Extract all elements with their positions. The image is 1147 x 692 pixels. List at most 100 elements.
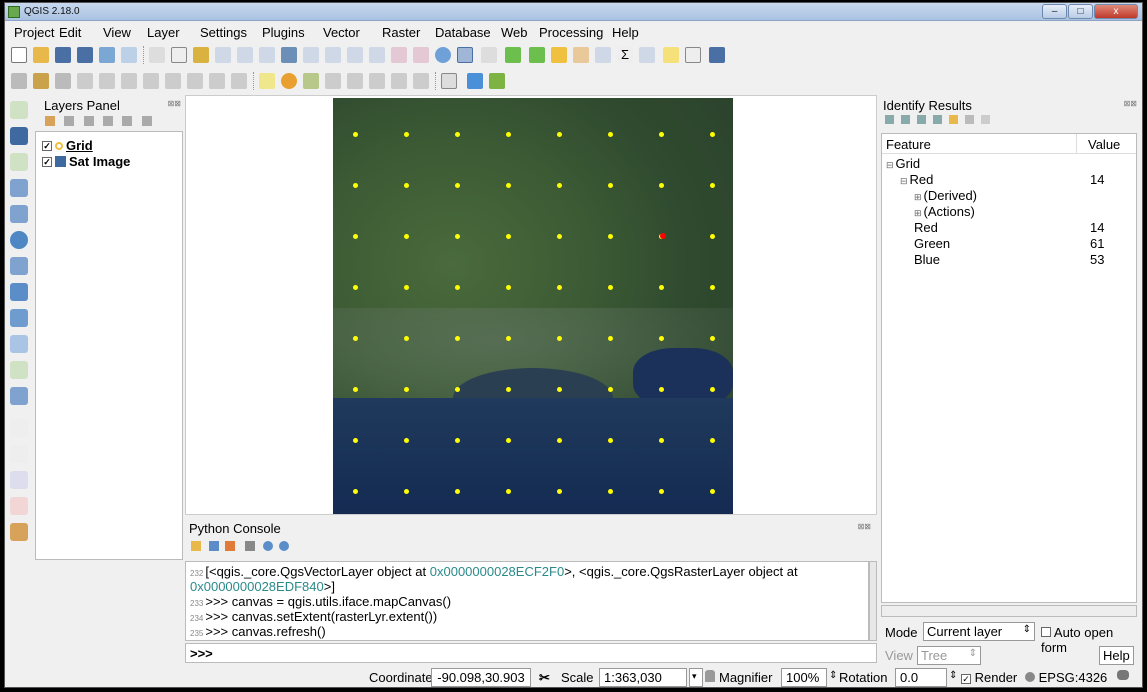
touch-zoom-icon[interactable]	[149, 47, 165, 63]
deselect-icon[interactable]	[551, 47, 567, 63]
filter-legend-icon[interactable]	[103, 116, 114, 126]
result-row-label[interactable]: ⊞ (Derived)	[914, 188, 977, 203]
expand-node-icon[interactable]: ⊞	[914, 192, 922, 202]
csv-layer-icon[interactable]	[441, 73, 457, 89]
add-vector-layer-icon[interactable]	[10, 101, 28, 119]
cut-features-icon[interactable]	[187, 73, 203, 89]
text-annotation-icon[interactable]	[685, 47, 701, 63]
menu-vector[interactable]: Vector	[323, 25, 360, 40]
run-command-icon[interactable]	[225, 541, 235, 551]
expand-new-results-icon[interactable]	[917, 115, 926, 124]
copy-feature-icon[interactable]	[949, 115, 958, 124]
identify-features-icon[interactable]	[457, 47, 473, 63]
magnifier-field[interactable]: 100%	[781, 668, 827, 687]
open-layer-styling-icon[interactable]	[45, 116, 55, 126]
add-wcs-layer-icon[interactable]	[10, 257, 28, 275]
zoom-to-selection-icon[interactable]	[303, 47, 319, 63]
mode-select[interactable]: Current layer ⇕	[923, 622, 1035, 641]
help-icon[interactable]	[709, 47, 725, 63]
result-row-label[interactable]: Green	[914, 236, 950, 251]
clear-console-icon[interactable]	[191, 541, 201, 551]
add-oracle-layer-icon[interactable]	[10, 361, 28, 379]
composer-manager-icon[interactable]	[121, 47, 137, 63]
copy-features-icon[interactable]	[209, 73, 225, 89]
add-delimited-text-icon[interactable]	[10, 153, 28, 171]
result-row-label[interactable]: Red	[914, 220, 938, 235]
add-raster-layer-icon[interactable]	[10, 127, 28, 145]
rotation-field[interactable]: 0.0	[895, 668, 947, 687]
new-project-icon[interactable]	[11, 47, 27, 63]
toggle-extents-icon[interactable]: ✂	[539, 670, 550, 686]
help-icon[interactable]	[279, 541, 289, 551]
crs-label[interactable]: EPSG:4326	[1039, 670, 1108, 685]
view-select[interactable]: Tree ⇕	[917, 646, 981, 665]
add-db2-layer-icon[interactable]	[10, 387, 28, 405]
crs-globe-icon[interactable]	[1025, 672, 1035, 682]
close-button[interactable]: x	[1094, 4, 1138, 19]
layer-visibility-checkbox[interactable]: ✓	[42, 156, 52, 167]
results-horizontal-scrollbar[interactable]	[881, 605, 1137, 617]
zoom-in-icon[interactable]	[215, 47, 231, 63]
edit-pencil-icon[interactable]	[33, 73, 49, 89]
add-mssql-layer-icon[interactable]	[10, 335, 28, 353]
new-print-composer-icon[interactable]	[99, 47, 115, 63]
lock-icon[interactable]	[705, 670, 715, 682]
rotate-label-icon[interactable]	[391, 73, 407, 89]
collapse-tree-icon[interactable]	[901, 115, 910, 124]
print-results-icon[interactable]	[965, 115, 974, 124]
delete-selected-icon[interactable]	[165, 73, 181, 89]
change-label-icon[interactable]	[413, 73, 429, 89]
action-icon[interactable]	[481, 47, 497, 63]
add-virtual-layer-icon[interactable]	[10, 309, 28, 327]
minimize-button[interactable]: –	[1042, 4, 1067, 19]
panel-close-icon[interactable]: ⊠⊠	[1124, 99, 1137, 108]
menu-help[interactable]: Help	[612, 25, 639, 40]
show-editor-icon[interactable]	[245, 541, 255, 551]
refresh-icon[interactable]	[435, 47, 451, 63]
result-row-label[interactable]: ⊞ (Actions)	[914, 204, 975, 219]
digitize-icon[interactable]	[11, 73, 27, 89]
new-temp-layer-icon[interactable]	[10, 497, 28, 515]
menu-view[interactable]: View	[103, 25, 131, 40]
add-spatialite-layer-icon[interactable]	[10, 205, 28, 223]
layer-labeling-icon[interactable]	[259, 73, 275, 89]
scale-dropdown-icon[interactable]: ▾	[689, 668, 703, 687]
new-map-view-icon[interactable]	[391, 47, 407, 63]
menu-edit[interactable]: Edit	[59, 25, 81, 40]
save-as-icon[interactable]	[77, 47, 93, 63]
magnifier-spinner-icon[interactable]: ⇕	[829, 670, 837, 681]
add-postgis-layer-icon[interactable]	[10, 179, 28, 197]
console-scrollbar[interactable]	[869, 561, 877, 641]
pin-label-icon[interactable]	[325, 73, 341, 89]
show-hide-label-icon[interactable]	[347, 73, 363, 89]
menu-raster[interactable]: Raster	[382, 25, 420, 40]
layer-item-sat-image[interactable]: ✓ Sat Image	[42, 154, 130, 169]
help-button[interactable]: Help	[1099, 646, 1134, 665]
node-tool-icon[interactable]	[143, 73, 159, 89]
result-row-label[interactable]: ⊟ Red	[900, 172, 933, 187]
menu-layer[interactable]: Layer	[147, 25, 180, 40]
expand-tree-icon[interactable]	[885, 115, 894, 124]
clear-results-icon[interactable]	[933, 115, 942, 124]
zoom-full-icon[interactable]	[281, 47, 297, 63]
diagram-options-icon[interactable]	[281, 73, 297, 89]
new-geopackage-icon[interactable]	[10, 471, 28, 489]
menu-web[interactable]: Web	[501, 25, 528, 40]
paste-features-icon[interactable]	[231, 73, 247, 89]
zoom-last-icon[interactable]	[347, 47, 363, 63]
field-calculator-icon[interactable]	[595, 47, 611, 63]
measure-icon[interactable]	[639, 47, 655, 63]
maximize-button[interactable]: □	[1068, 4, 1093, 19]
menu-settings[interactable]: Settings	[200, 25, 247, 40]
pan-to-selection-icon[interactable]	[193, 47, 209, 63]
collapse-all-icon[interactable]	[141, 116, 152, 126]
menu-processing[interactable]: Processing	[539, 25, 603, 40]
map-tips-icon[interactable]	[663, 47, 679, 63]
collapse-node-icon[interactable]: ⊟	[886, 160, 894, 170]
add-point-icon[interactable]	[77, 73, 93, 89]
collapse-node-icon[interactable]: ⊟	[900, 176, 908, 186]
rotation-spinner-icon[interactable]: ⇕	[949, 670, 957, 681]
zoom-out-icon[interactable]	[237, 47, 253, 63]
new-spatialite-icon[interactable]	[10, 445, 28, 463]
scale-field[interactable]: 1:363,030	[599, 668, 687, 687]
